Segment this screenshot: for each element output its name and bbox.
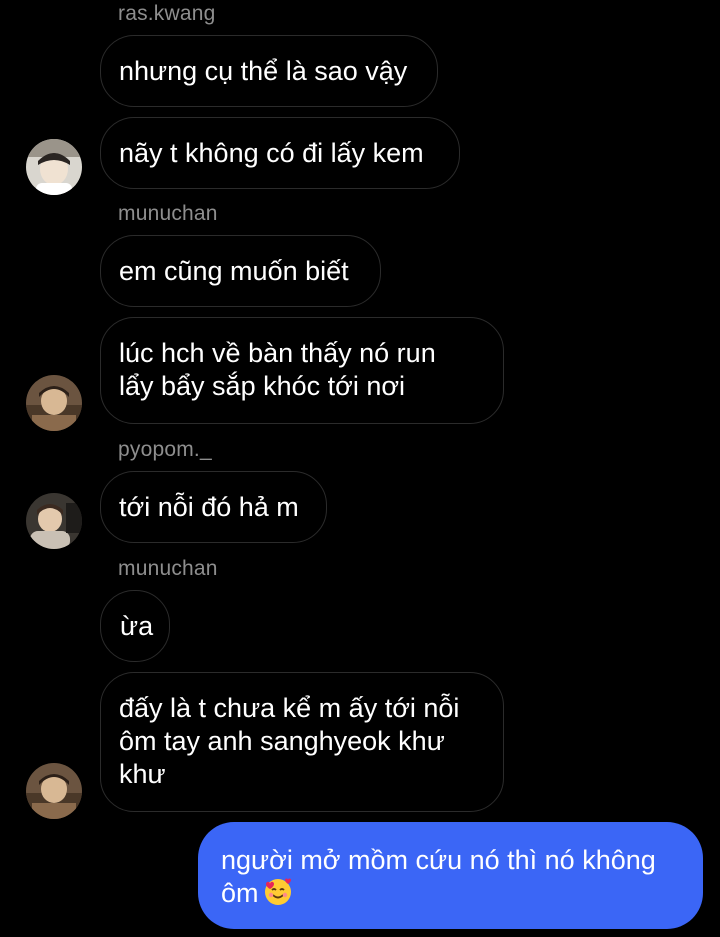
message-text: ôm	[221, 878, 259, 908]
sender-name: pyopom._	[118, 438, 212, 461]
message-bubble[interactable]: nhưng cụ thể là sao vậy	[100, 35, 438, 107]
avatar[interactable]	[26, 139, 82, 195]
message-text: ôm tay anh sanghyeok khư	[119, 726, 445, 756]
message-bubble[interactable]: ừa	[100, 590, 170, 662]
sender-name: munuchan	[118, 202, 218, 225]
message-text: nhưng cụ thể là sao vậy	[119, 56, 408, 86]
outgoing-message-bubble[interactable]: người mở mồm cứu nó thì nó không ôm	[198, 822, 703, 929]
message-text: người mở mồm cứu nó thì nó không	[221, 845, 656, 875]
message-text: em cũng muốn biết	[119, 256, 349, 286]
avatar[interactable]	[26, 763, 82, 819]
message-text: tới nỗi đó hả m	[119, 492, 299, 522]
message-text: đấy là t chưa kể m ấy tới nỗi	[119, 693, 460, 723]
smiling-face-with-hearts-icon	[263, 877, 293, 907]
message-bubble[interactable]: nãy t không có đi lấy kem	[100, 117, 460, 189]
message-bubble[interactable]: tới nỗi đó hả m	[100, 471, 327, 543]
avatar[interactable]	[26, 375, 82, 431]
sender-name: ras.kwang	[118, 2, 216, 25]
message-text: lúc hch về bàn thấy nó run	[119, 338, 436, 368]
message-bubble[interactable]: lúc hch về bàn thấy nó run lẩy bẩy sắp k…	[100, 317, 504, 424]
message-bubble[interactable]: em cũng muốn biết	[100, 235, 381, 307]
avatar[interactable]	[26, 493, 82, 549]
message-text: khư	[119, 759, 166, 789]
message-text: lẩy bẩy sắp khóc tới nơi	[119, 371, 406, 401]
message-bubble[interactable]: đấy là t chưa kể m ấy tới nỗi ôm tay anh…	[100, 672, 504, 812]
message-text: ừa	[120, 611, 154, 641]
sender-name: munuchan	[118, 557, 218, 580]
message-text: nãy t không có đi lấy kem	[119, 138, 424, 168]
